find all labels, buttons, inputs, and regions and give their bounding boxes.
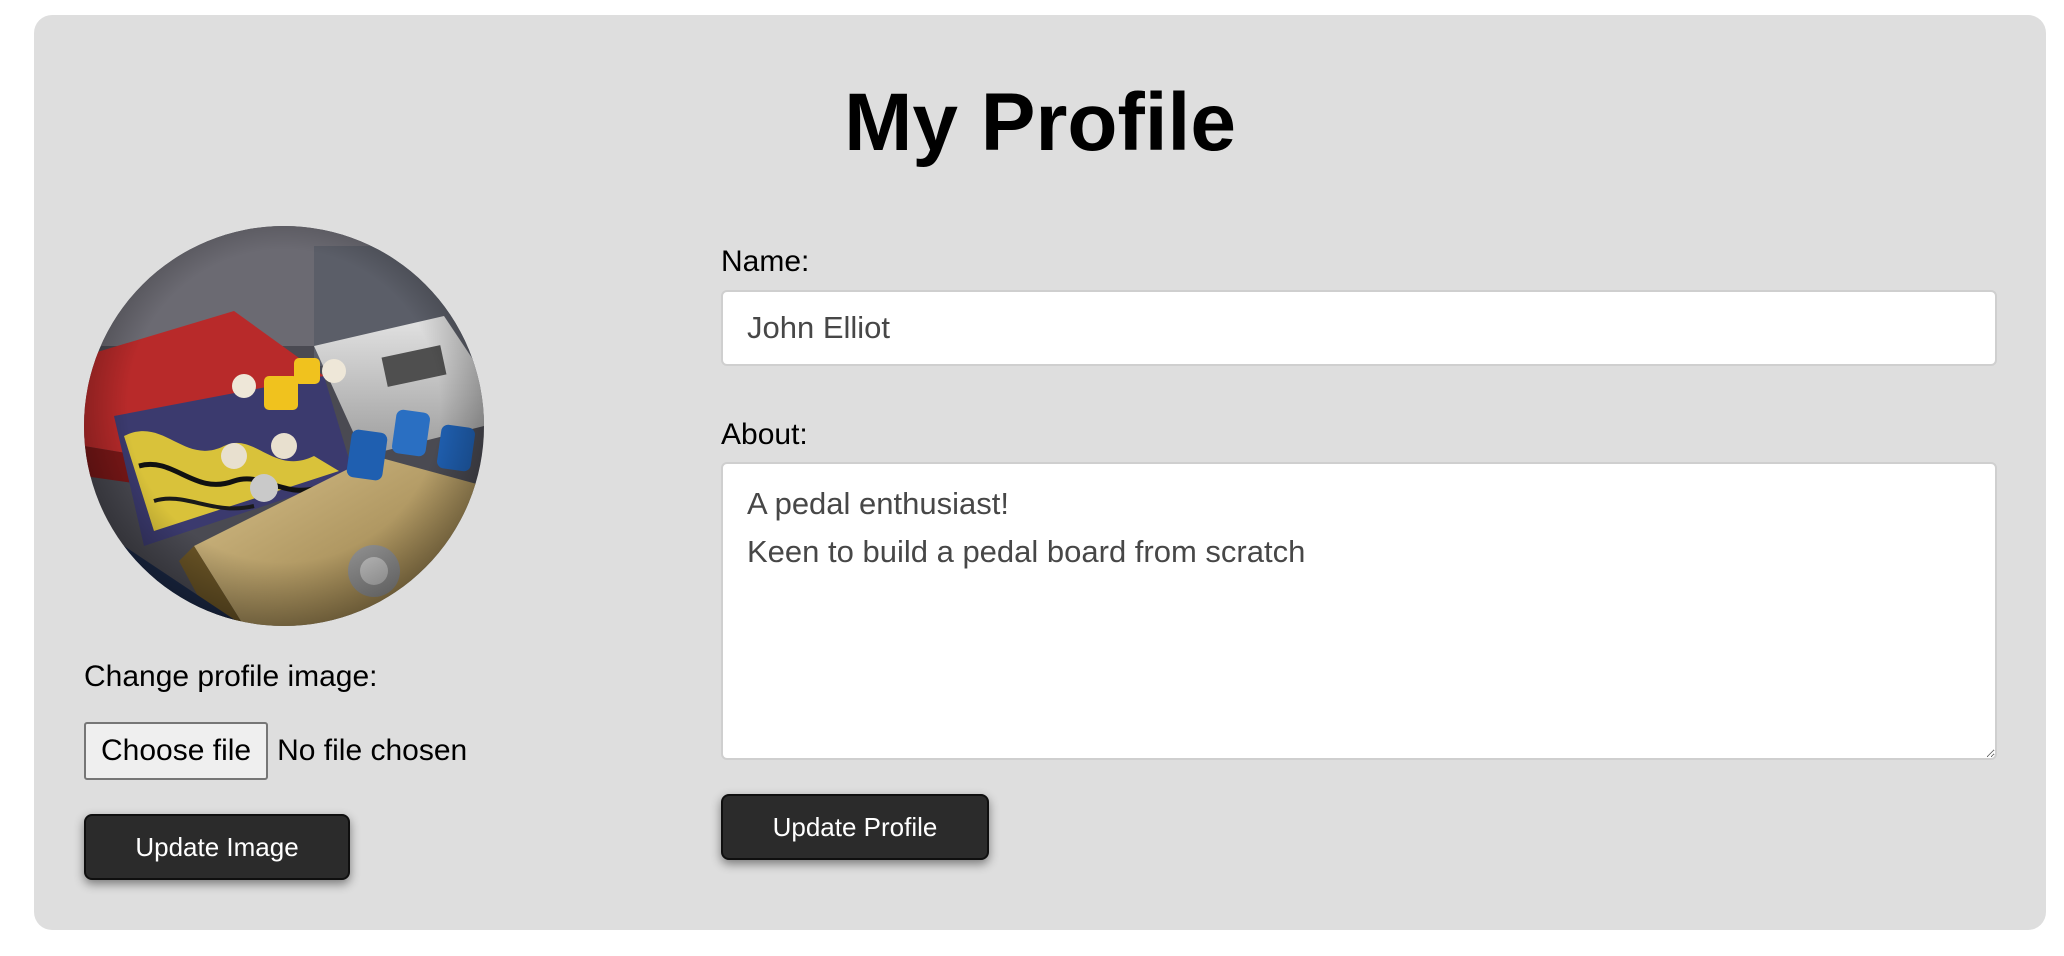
- file-status-text: No file chosen: [277, 734, 468, 767]
- choose-file-button[interactable]: Choose file: [84, 722, 269, 780]
- page-title-text: My Profile: [844, 77, 1236, 168]
- page-title: My Profile: [34, 67, 2046, 179]
- profile-card: My Profile Change profile image: Choose …: [34, 15, 2046, 930]
- update-image-button[interactable]: Update Image: [84, 814, 350, 880]
- about-textarea[interactable]: A pedal enthusiast! Keen to build a peda…: [721, 462, 1997, 760]
- avatar: [84, 226, 484, 626]
- guitar-pedals-photo-icon: [84, 226, 484, 626]
- about-label: About:: [721, 418, 808, 451]
- name-label: Name:: [721, 245, 810, 278]
- change-image-label: Change profile image:: [84, 660, 378, 693]
- file-input[interactable]: Choose file No file chosen: [84, 721, 467, 781]
- update-profile-button[interactable]: Update Profile: [721, 794, 989, 860]
- name-input[interactable]: [721, 290, 1997, 366]
